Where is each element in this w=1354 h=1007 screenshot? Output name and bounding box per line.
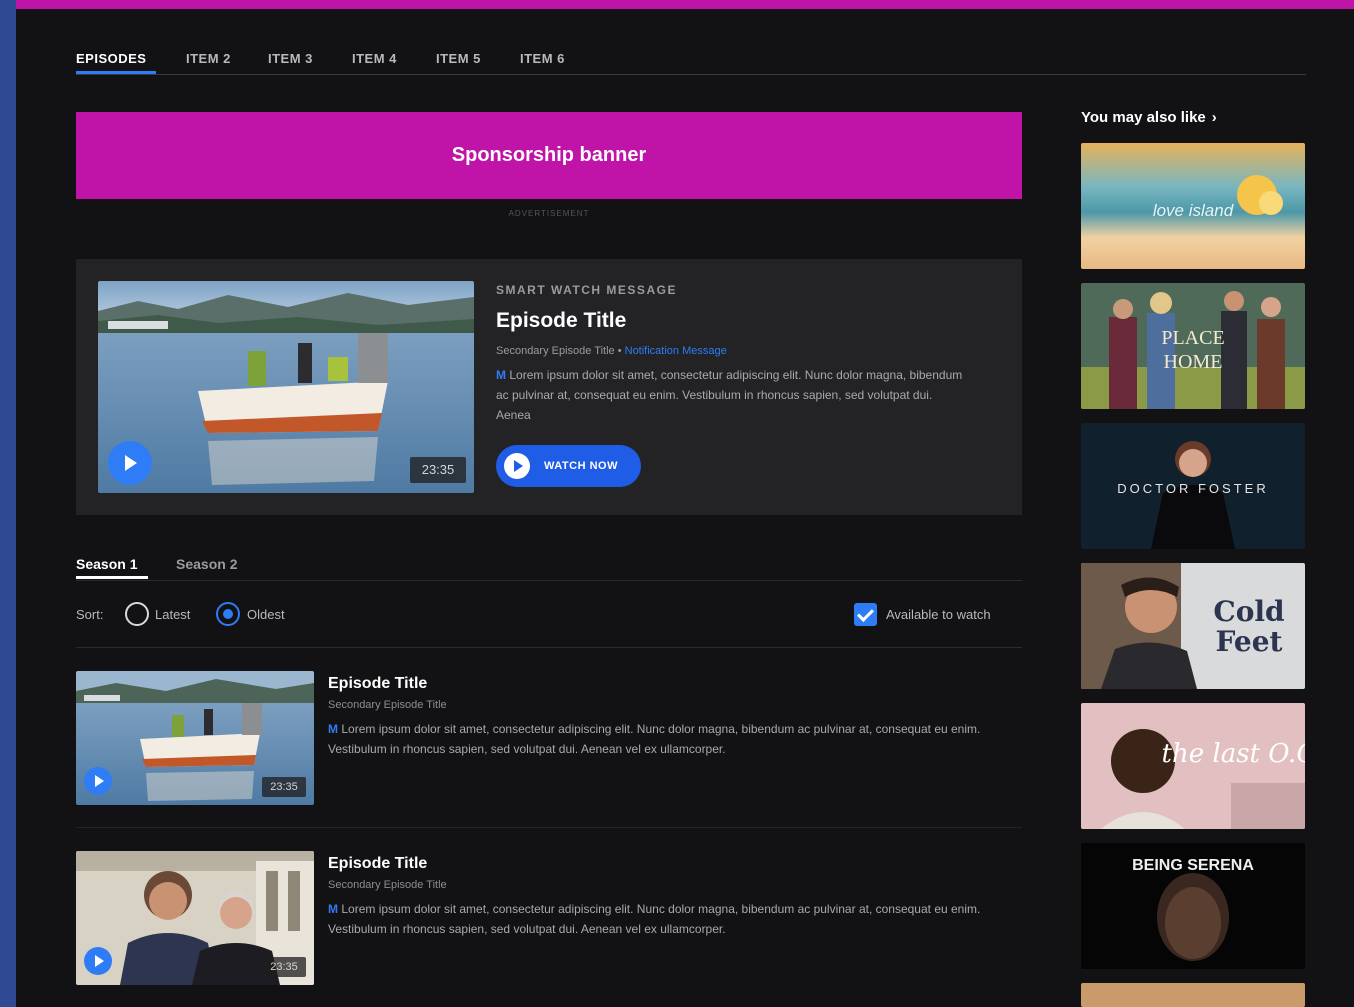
season-tabs: Season 1 Season 2 bbox=[76, 553, 1022, 581]
episode-description-text: Lorem ipsum dolor sit amet, consectetur … bbox=[328, 902, 981, 936]
featured-description: M Lorem ipsum dolor sit amet, consectetu… bbox=[496, 365, 966, 425]
episode-info: Episode Title Secondary Episode Title M … bbox=[328, 855, 1008, 939]
notification-message-link[interactable]: Notification Message bbox=[625, 345, 727, 357]
sort-latest-label[interactable]: Latest bbox=[155, 607, 190, 622]
tab-item-5[interactable]: ITEM 5 bbox=[436, 51, 481, 66]
doctor-foster-tile[interactable]: DOCTOR FOSTER bbox=[1081, 423, 1305, 549]
sort-latest-radio[interactable] bbox=[125, 602, 149, 626]
tile-title-top: PLACE bbox=[1161, 327, 1225, 349]
left-edge-strip bbox=[0, 0, 16, 1007]
episode-title: Episode Title bbox=[328, 675, 428, 692]
episode-description: M Lorem ipsum dolor sit amet, consectetu… bbox=[328, 719, 1008, 759]
more-shows-tile[interactable] bbox=[1081, 983, 1305, 1007]
episode-play-button[interactable] bbox=[84, 947, 112, 975]
tile-title-top: Cold bbox=[1213, 595, 1285, 628]
tile-title-bottom: Feet bbox=[1215, 625, 1283, 658]
being-serena-tile[interactable]: BEING SERENA bbox=[1081, 843, 1305, 969]
list-divider bbox=[76, 827, 1022, 828]
episode-thumbnail[interactable]: 23:35 bbox=[76, 671, 314, 805]
featured-secondary-line: Secondary Episode Title • Notification M… bbox=[496, 345, 996, 357]
love-island-tile[interactable]: love island bbox=[1081, 143, 1305, 269]
available-to-watch-label[interactable]: Available to watch bbox=[886, 607, 991, 622]
tab-item-6[interactable]: ITEM 6 bbox=[520, 51, 565, 66]
list-item[interactable]: 23:35 Episode Title Secondary Episode Ti… bbox=[76, 671, 1022, 806]
tile-title: BEING SERENA bbox=[1132, 857, 1254, 874]
episode-duration-badge: 23:35 bbox=[262, 957, 306, 977]
featured-episode-title: Episode Title bbox=[496, 309, 627, 332]
rail-heading: You may also like bbox=[1081, 109, 1206, 126]
active-season-indicator bbox=[76, 576, 148, 579]
watch-now-label: WATCH NOW bbox=[544, 460, 618, 472]
episode-thumbnail[interactable]: 23:35 bbox=[76, 851, 314, 985]
tile-title-bottom: HOME bbox=[1163, 351, 1223, 373]
tile-title: the last O.G. bbox=[1161, 739, 1305, 769]
rating-badge: M bbox=[496, 368, 506, 382]
tab-item-3[interactable]: ITEM 3 bbox=[268, 51, 313, 66]
tab-item-4[interactable]: ITEM 4 bbox=[352, 51, 397, 66]
sort-filter-row: Sort: Latest Oldest Available to watch bbox=[76, 601, 1022, 629]
rating-badge: M bbox=[328, 722, 338, 736]
tab-bar: EPISODES ITEM 2 ITEM 3 ITEM 4 ITEM 5 ITE… bbox=[76, 47, 1306, 75]
a-place-to-call-home-tile[interactable]: PLACE HOME bbox=[1081, 283, 1305, 409]
separator-dot: • bbox=[617, 345, 622, 357]
active-tab-indicator bbox=[76, 71, 156, 74]
episode-secondary-title: Secondary Episode Title bbox=[328, 699, 447, 711]
available-to-watch-checkbox[interactable] bbox=[854, 603, 877, 626]
tab-season-2[interactable]: Season 2 bbox=[176, 556, 237, 572]
episode-description-text: Lorem ipsum dolor sit amet, consectetur … bbox=[328, 722, 981, 756]
featured-play-button[interactable] bbox=[108, 441, 152, 485]
advertisement-label: ADVERTISEMENT bbox=[508, 209, 590, 218]
top-accent-bar bbox=[16, 0, 1354, 9]
episode-play-button[interactable] bbox=[84, 767, 112, 795]
sort-oldest-label[interactable]: Oldest bbox=[247, 607, 285, 622]
featured-episode-info: SMART WATCH MESSAGE Episode Title Second… bbox=[496, 283, 996, 487]
cold-feet-tile[interactable]: Cold Feet bbox=[1081, 563, 1305, 689]
list-divider bbox=[76, 647, 1022, 648]
featured-description-text: Lorem ipsum dolor sit amet, consectetur … bbox=[496, 368, 963, 422]
chevron-right-icon: › bbox=[1211, 109, 1217, 126]
episode-secondary-title: Secondary Episode Title bbox=[328, 879, 447, 891]
tile-title: DOCTOR FOSTER bbox=[1117, 481, 1269, 496]
episode-info: Episode Title Secondary Episode Title M … bbox=[328, 675, 1008, 759]
sort-oldest-radio[interactable] bbox=[216, 602, 240, 626]
featured-secondary-title: Secondary Episode Title bbox=[496, 345, 615, 357]
the-last-og-tile[interactable]: the last O.G. bbox=[1081, 703, 1305, 829]
episode-title: Episode Title bbox=[328, 855, 428, 872]
rating-badge: M bbox=[328, 902, 338, 916]
featured-episode-card: 23:35 SMART WATCH MESSAGE Episode Title … bbox=[76, 259, 1022, 515]
featured-episode-thumbnail[interactable]: 23:35 bbox=[98, 281, 474, 493]
sort-label: Sort: bbox=[76, 607, 104, 622]
episode-duration-badge: 23:35 bbox=[262, 777, 306, 797]
you-may-also-like-link[interactable]: You may also like › bbox=[1081, 109, 1217, 126]
play-icon bbox=[504, 453, 530, 479]
tab-episodes[interactable]: EPISODES bbox=[76, 51, 146, 66]
page: EPISODES ITEM 2 ITEM 3 ITEM 4 ITEM 5 ITE… bbox=[16, 9, 1354, 1007]
list-item[interactable]: 23:35 Episode Title Secondary Episode Ti… bbox=[76, 851, 1022, 986]
watch-now-button[interactable]: WATCH NOW bbox=[496, 445, 641, 487]
tab-season-1[interactable]: Season 1 bbox=[76, 556, 137, 572]
sponsorship-banner[interactable]: Sponsorship banner bbox=[76, 112, 1022, 199]
smart-watch-message: SMART WATCH MESSAGE bbox=[496, 283, 677, 297]
tab-item-2[interactable]: ITEM 2 bbox=[186, 51, 231, 66]
episode-description: M Lorem ipsum dolor sit amet, consectetu… bbox=[328, 899, 1008, 939]
featured-duration-badge: 23:35 bbox=[410, 457, 466, 483]
tile-title: love island bbox=[1152, 201, 1234, 220]
